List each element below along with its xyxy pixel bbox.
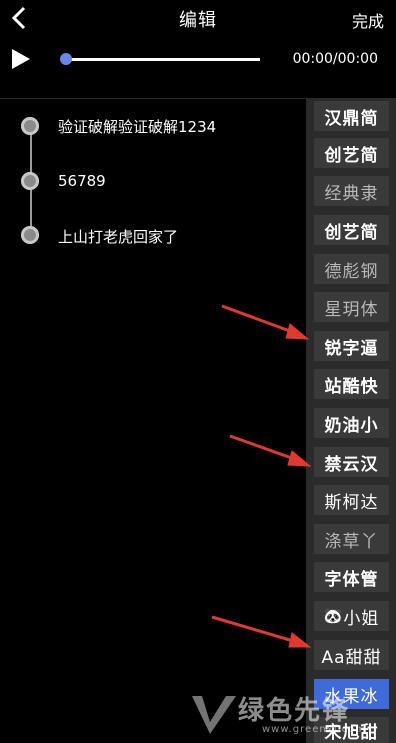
watermark-url: www.greenxf.com bbox=[262, 724, 366, 735]
annotation-arrow-icon bbox=[211, 304, 312, 648]
watermark-brand: 绿色先锋 bbox=[238, 696, 351, 726]
